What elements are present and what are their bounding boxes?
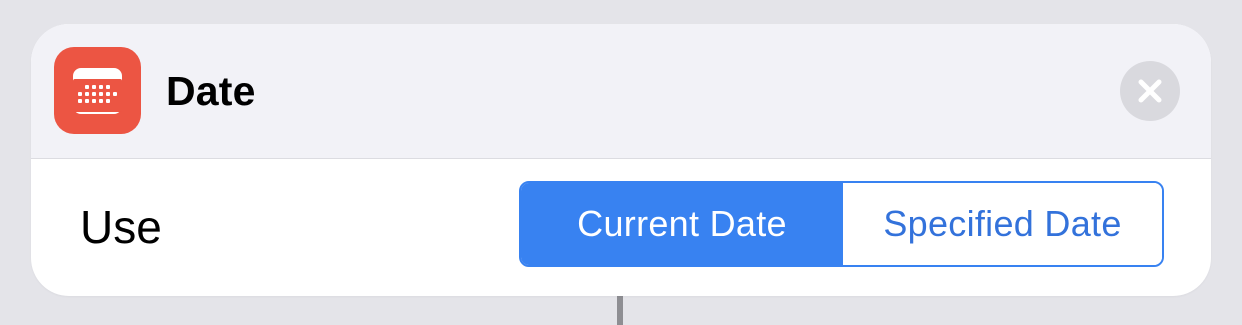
action-header: Date: [31, 24, 1211, 159]
use-label: Use: [80, 201, 162, 253]
segment-specified-date[interactable]: Specified Date: [843, 183, 1162, 265]
date-source-segmented-control: Current Date Specified Date: [519, 181, 1164, 267]
close-button[interactable]: [1120, 61, 1180, 121]
close-icon: [1138, 79, 1162, 103]
calendar-glyph: [73, 68, 122, 114]
segment-current-date[interactable]: Current Date: [521, 183, 843, 265]
calendar-icon: [54, 47, 141, 134]
action-title: Date: [166, 68, 256, 114]
date-action-card: Date Use Current Date Specified Date: [31, 24, 1211, 296]
